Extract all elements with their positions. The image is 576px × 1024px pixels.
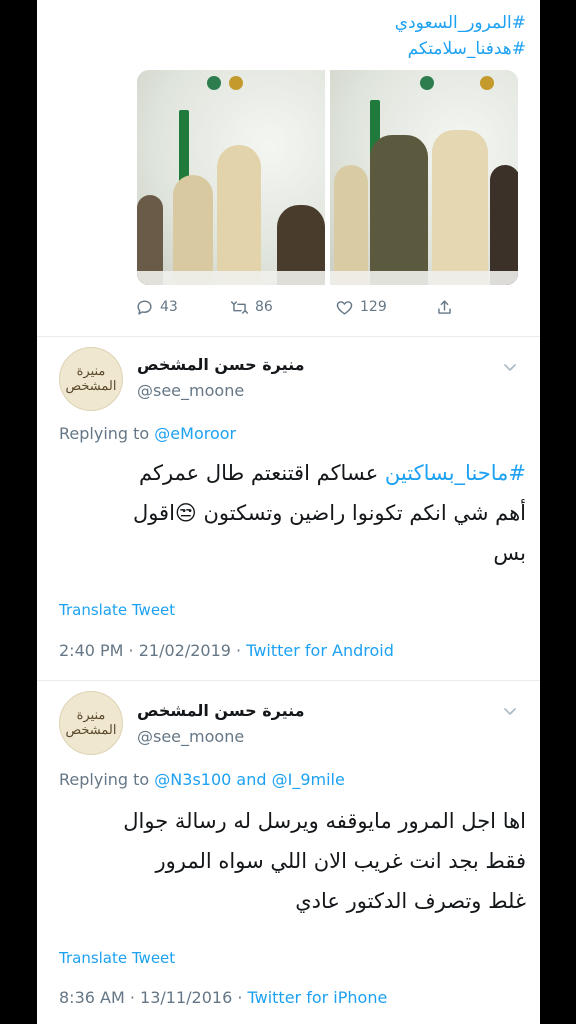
user-handle[interactable]: @see_moone bbox=[137, 727, 244, 746]
tweet-photo-left[interactable] bbox=[137, 70, 325, 285]
chevron-down-icon[interactable] bbox=[502, 359, 518, 375]
mention-link[interactable]: @I_9mile bbox=[272, 770, 345, 789]
tweet-text: اها اجل المرور مايوقفه ويرسل له رسالة جو… bbox=[59, 801, 526, 921]
share-icon bbox=[438, 299, 451, 314]
user-handle[interactable]: @see_moone bbox=[137, 381, 244, 400]
avatar[interactable]: منيرة المشخص bbox=[59, 347, 123, 411]
avatar[interactable]: منيرة المشخص bbox=[59, 691, 123, 755]
like-count: 129 bbox=[360, 299, 387, 315]
replying-to: Replying to @N3s100 and @I_9mile bbox=[59, 770, 345, 789]
tweet-thread: #المرور_السعودي #هدفنا_سلامتكم 43 86 129… bbox=[37, 0, 540, 1024]
reply-icon bbox=[137, 299, 152, 315]
replying-prefix: Replying to bbox=[59, 770, 150, 789]
tweet-line: غلط وتصرف الدكتور عادي bbox=[295, 889, 526, 913]
tweet-line: #ماحنا_بساكتين عساكم اقتنعتم طال عمركم bbox=[59, 453, 526, 493]
top-tweet-hashtags: #المرور_السعودي #هدفنا_سلامتكم bbox=[395, 10, 526, 62]
like-action[interactable]: 129 bbox=[335, 298, 435, 317]
retweet-count: 86 bbox=[255, 299, 273, 315]
reply-tweet: منيرة المشخص منيرة حسن المشخص @see_moone… bbox=[37, 681, 540, 1024]
reply-action[interactable]: 43 bbox=[135, 298, 230, 317]
heart-icon bbox=[336, 300, 353, 315]
tweet-actions: 43 86 129 bbox=[135, 294, 515, 320]
left-black-bar bbox=[0, 0, 37, 1024]
retweet-action[interactable]: 86 bbox=[230, 298, 335, 317]
reply-tweet: منيرة المشخص منيرة حسن المشخص @see_moone… bbox=[37, 337, 540, 690]
translate-tweet-link[interactable]: Translate Tweet bbox=[59, 601, 175, 619]
tweet-source-link[interactable]: Twitter for iPhone bbox=[248, 988, 388, 1007]
replying-prefix: Replying to bbox=[59, 424, 150, 443]
tweet-media bbox=[137, 70, 518, 285]
reply-count: 43 bbox=[160, 299, 178, 315]
tweet-photo-right[interactable] bbox=[330, 70, 518, 285]
share-action[interactable] bbox=[435, 298, 454, 317]
tweet-timestamp: 8:36 AM · 13/11/2016 · bbox=[59, 988, 248, 1007]
tweet-source-link[interactable]: Twitter for Android bbox=[246, 641, 394, 660]
replying-and: and bbox=[236, 770, 267, 789]
right-black-bar bbox=[540, 0, 576, 1024]
tweet-timestamp: 2:40 PM · 21/02/2019 · bbox=[59, 641, 247, 660]
chevron-down-icon[interactable] bbox=[502, 703, 518, 719]
tweet-text: #ماحنا_بساكتين عساكم اقتنعتم طال عمركم أ… bbox=[59, 453, 526, 573]
mention-link[interactable]: @N3s100 bbox=[154, 770, 231, 789]
hashtag-link[interactable]: #ماحنا_بساكتين bbox=[385, 461, 526, 485]
tweet-line: بس bbox=[493, 541, 526, 565]
translate-tweet-link[interactable]: Translate Tweet bbox=[59, 949, 175, 967]
tweet-line: أهم شي انكم تكونوا راضين وتسكتون 😒اقول bbox=[132, 501, 526, 525]
hashtag-link[interactable]: #هدفنا_سلامتكم bbox=[395, 36, 526, 62]
tweet-line: فقط بجد انت غريب الان اللي سواه المرور bbox=[155, 849, 526, 873]
mention-link[interactable]: @eMoroor bbox=[154, 424, 236, 443]
tweet-meta: 8:36 AM · 13/11/2016 · Twitter for iPhon… bbox=[59, 988, 387, 1007]
display-name[interactable]: منيرة حسن المشخص bbox=[137, 701, 305, 720]
retweet-icon bbox=[230, 300, 249, 314]
hashtag-link[interactable]: #المرور_السعودي bbox=[395, 10, 526, 36]
tweet-text-segment: عساكم اقتنعتم طال عمركم bbox=[138, 461, 385, 485]
display-name[interactable]: منيرة حسن المشخص bbox=[137, 355, 305, 374]
tweet-meta: 2:40 PM · 21/02/2019 · Twitter for Andro… bbox=[59, 641, 394, 660]
replying-to: Replying to @eMoroor bbox=[59, 424, 236, 443]
tweet-line: اها اجل المرور مايوقفه ويرسل له رسالة جو… bbox=[123, 809, 526, 833]
